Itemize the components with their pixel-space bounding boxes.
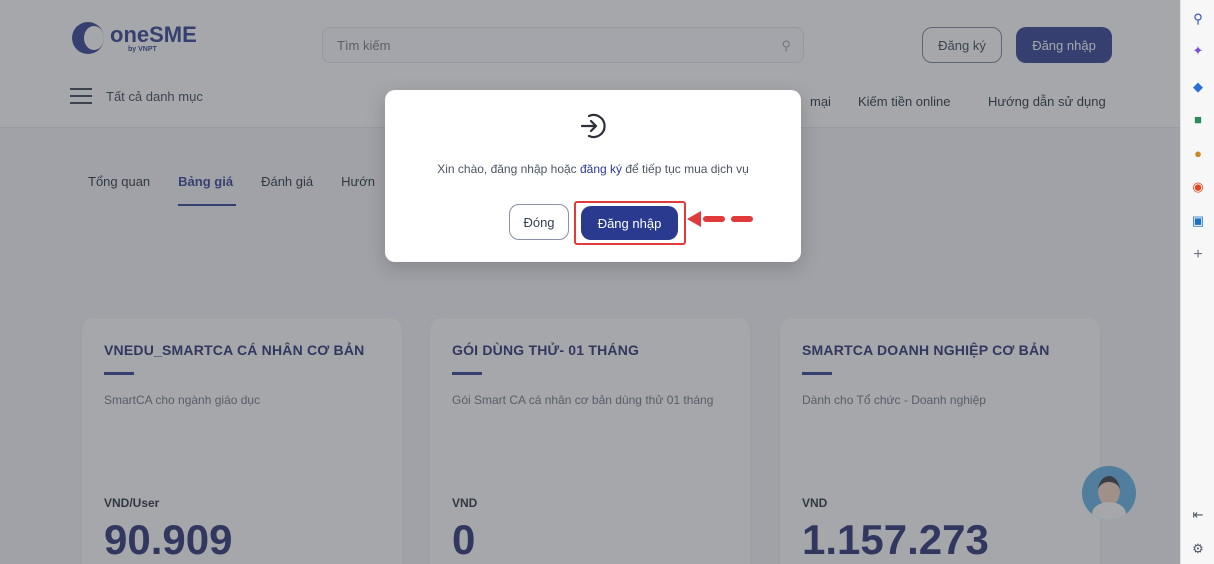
modal-message: Xin chào, đăng nhập hoặc đăng ký để tiếp… bbox=[385, 162, 801, 176]
modal-register-link[interactable]: đăng ký bbox=[580, 162, 622, 176]
copilot-icon[interactable]: ✦ bbox=[1189, 42, 1207, 60]
modal-login-button[interactable]: Đăng nhập bbox=[581, 206, 678, 240]
login-modal: Xin chào, đăng nhập hoặc đăng ký để tiếp… bbox=[385, 90, 801, 262]
search-icon[interactable]: ⚲ bbox=[1189, 10, 1207, 28]
toolbox-icon[interactable]: ■ bbox=[1189, 110, 1207, 128]
pointer-arrow-icon bbox=[687, 211, 753, 227]
outlook-icon[interactable]: ▣ bbox=[1189, 212, 1207, 230]
browser-sidebar: ⚲ ✦ ◆ ■ ● ◉ ▣ + ⇤ ⚙ bbox=[1180, 0, 1214, 564]
close-button[interactable]: Đóng bbox=[509, 204, 569, 240]
modal-overlay[interactable] bbox=[0, 0, 1180, 564]
sidebar-collapse-icon[interactable]: ⇤ bbox=[1189, 506, 1207, 524]
login-icon bbox=[580, 113, 606, 139]
modal-message-suffix: để tiếp tục mua dịch vụ bbox=[622, 162, 749, 176]
people-icon[interactable]: ● bbox=[1189, 144, 1207, 162]
tag-icon[interactable]: ◆ bbox=[1189, 78, 1207, 96]
add-icon[interactable]: + bbox=[1189, 246, 1207, 264]
settings-gear-icon[interactable]: ⚙ bbox=[1189, 540, 1207, 558]
modal-message-prefix: Xin chào, đăng nhập hoặc bbox=[437, 162, 580, 176]
office-icon[interactable]: ◉ bbox=[1189, 178, 1207, 196]
